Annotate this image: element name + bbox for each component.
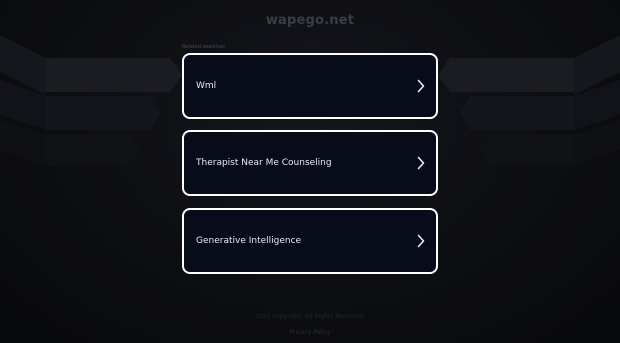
- search-card-generative-intelligence[interactable]: Generative Intelligence: [182, 208, 438, 274]
- search-card-therapist-near-me-counseling[interactable]: Therapist Near Me Counseling: [182, 130, 438, 196]
- chevron-right-icon: [417, 156, 425, 170]
- search-card-label: Generative Intelligence: [196, 236, 302, 246]
- privacy-policy-link[interactable]: Privacy Policy: [0, 329, 620, 336]
- search-card-wml[interactable]: Wml: [182, 53, 438, 119]
- search-card-label: Therapist Near Me Counseling: [196, 158, 332, 168]
- chevron-right-icon: [417, 234, 425, 248]
- page: wapego.net Related searches Wml Therapis…: [0, 0, 620, 343]
- search-card-label: Wml: [196, 81, 217, 91]
- chevron-right-icon: [417, 79, 425, 93]
- related-searches-label: Related searches: [182, 44, 225, 50]
- site-title[interactable]: wapego.net: [0, 13, 620, 28]
- copyright-text: 2025 Copyright. All Rights Reserved.: [254, 313, 366, 320]
